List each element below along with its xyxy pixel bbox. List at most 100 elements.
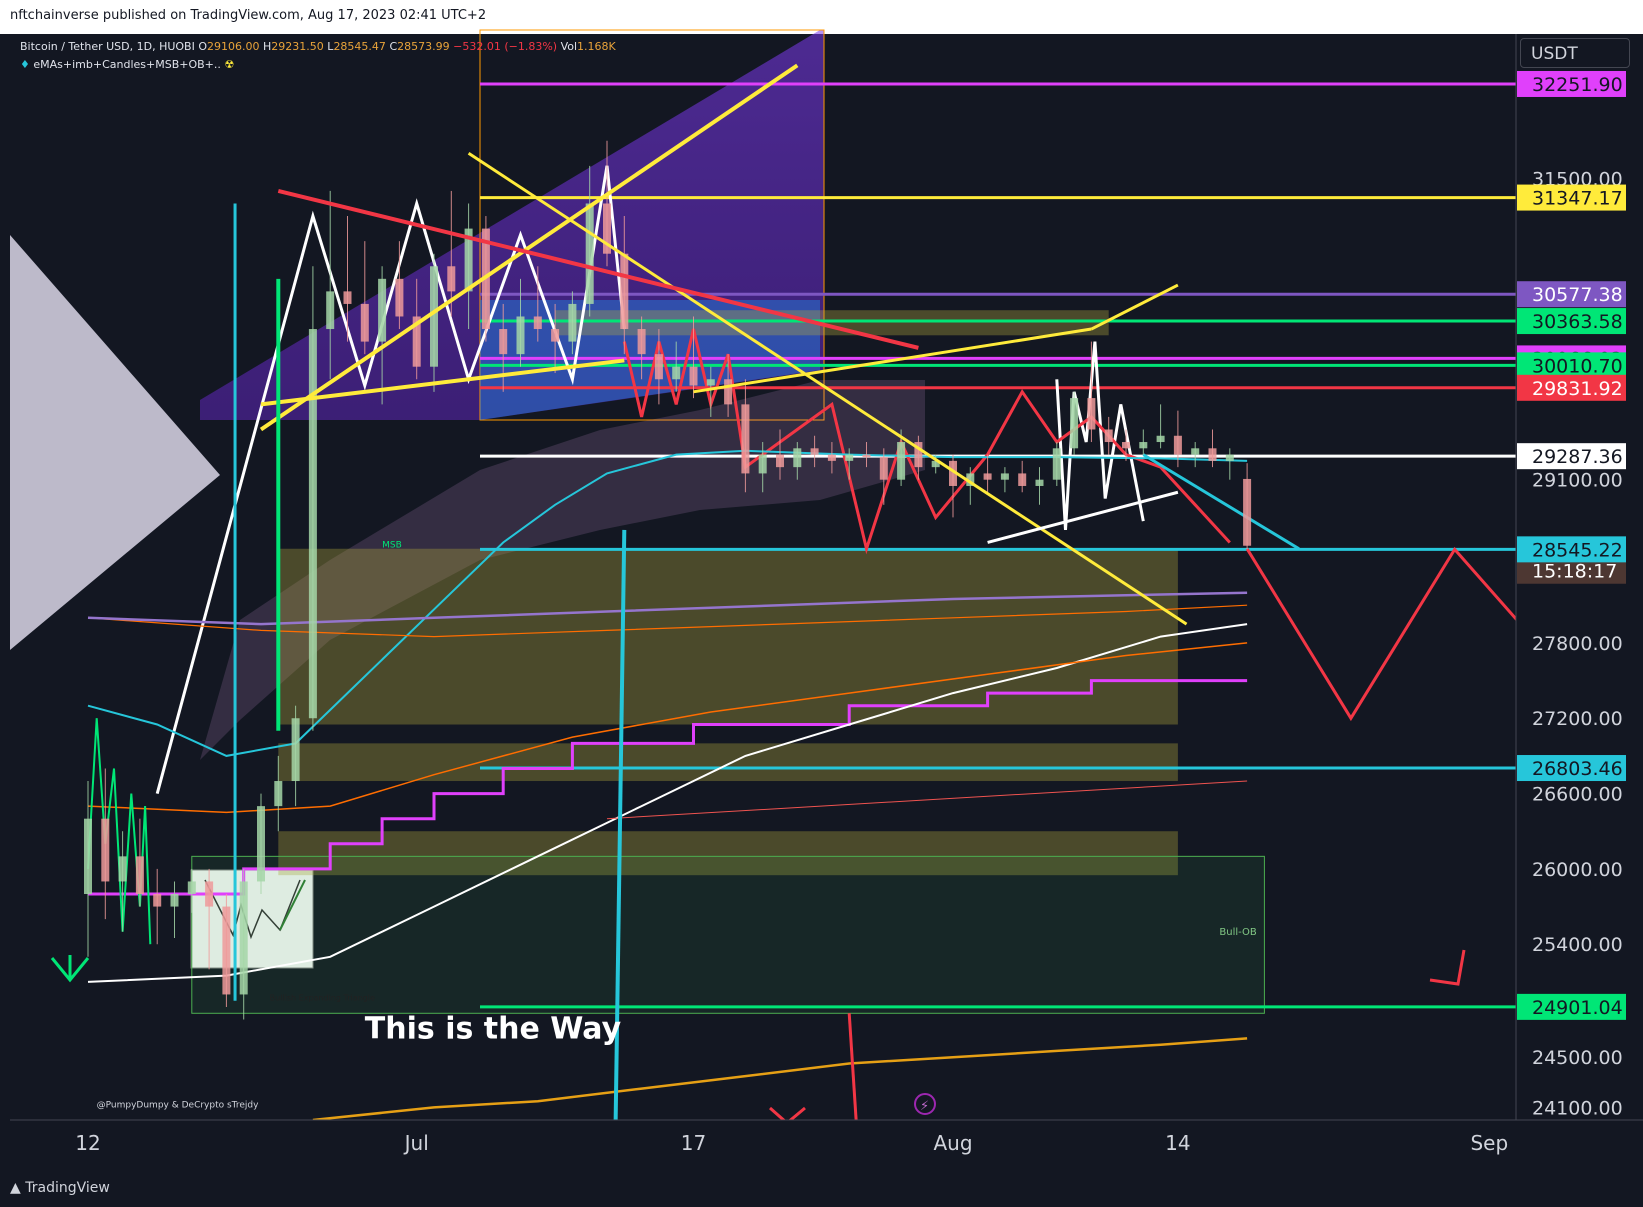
candle-body-57 xyxy=(1070,398,1079,449)
x-tick-5: Sep xyxy=(1470,1131,1508,1155)
annotation-0: This is the Way xyxy=(365,1011,622,1046)
candle-body-32 xyxy=(637,329,646,355)
candle-body-63 xyxy=(1173,435,1182,455)
vol-label: Vol xyxy=(560,40,578,53)
candle-body-46 xyxy=(879,457,888,480)
y-tick-5: 26600.00 xyxy=(1532,784,1623,806)
zone-label-3: Bull-OB xyxy=(1219,927,1257,938)
candle-body-45 xyxy=(862,454,871,458)
candle-body-27 xyxy=(551,329,560,342)
candle-body-42 xyxy=(810,448,819,455)
footer: ▲ TradingView xyxy=(0,1168,1643,1207)
candle-body-64 xyxy=(1191,448,1200,455)
candle-body-56 xyxy=(1052,448,1061,480)
symbol-legend[interactable]: Bitcoin / Tether USD, 1D, HUOBI O29106.0… xyxy=(20,40,616,53)
candle-body-61 xyxy=(1139,442,1148,449)
countdown-label-8: 15:18:17 xyxy=(1532,561,1617,583)
indicator-legend[interactable]: ♦ eMAs+imb+Candles+MSB+OB+.. ☢ xyxy=(20,58,234,71)
price-label-9: 28545.22 xyxy=(1532,539,1623,561)
x-tick-1: Jul xyxy=(403,1131,429,1155)
candle-body-12 xyxy=(291,718,300,782)
candle-body-20 xyxy=(430,266,438,367)
candle-body-33 xyxy=(654,354,663,380)
zone-1 xyxy=(278,743,1178,782)
radioactive-icon: ☢ xyxy=(224,58,235,71)
candle-body-47 xyxy=(897,442,906,480)
currency-button[interactable]: USDT xyxy=(1520,38,1630,68)
vol-value: 1.168K xyxy=(577,40,616,53)
candle-body-40 xyxy=(776,454,784,468)
candle-body-39 xyxy=(758,454,767,474)
zone-3 xyxy=(191,855,1265,1014)
candle-body-62 xyxy=(1156,435,1165,443)
low-value: 28545.47 xyxy=(333,40,386,53)
high-value: 29231.50 xyxy=(271,40,324,53)
tv-icon: ▲ xyxy=(10,1180,21,1196)
candle-body-34 xyxy=(672,366,681,380)
candle-body-8 xyxy=(222,906,231,995)
candle-body-58 xyxy=(1087,398,1096,430)
candle-body-44 xyxy=(845,454,854,461)
candle-body-24 xyxy=(499,329,508,355)
y-tick-9: 24100.00 xyxy=(1532,1097,1623,1119)
price-label-7: 29287.36 xyxy=(1532,446,1623,468)
close-value: 28573.99 xyxy=(397,40,450,53)
candle-body-6 xyxy=(187,881,196,895)
x-tick-2: 17 xyxy=(681,1131,706,1155)
candle-body-11 xyxy=(274,781,283,807)
y-tick-4: 27200.00 xyxy=(1532,708,1623,730)
candle-body-67 xyxy=(1243,478,1252,546)
candle-body-36 xyxy=(706,379,715,386)
candle-body-14 xyxy=(326,291,335,330)
price-label-3: 30363.58 xyxy=(1532,311,1623,333)
candle-body-35 xyxy=(689,366,698,386)
price-label-11: 24901.04 xyxy=(1532,997,1623,1019)
annotation-1: MSB xyxy=(382,540,402,550)
price-label-2: 30577.38 xyxy=(1532,284,1623,306)
candle-body-10 xyxy=(257,806,265,882)
candle-body-13 xyxy=(308,329,317,719)
price-label-0: 32251.90 xyxy=(1532,74,1623,96)
indicator-name: eMAs+imb+Candles+MSB+OB+.. xyxy=(33,58,221,71)
open-label: O xyxy=(198,40,208,53)
zone-0 xyxy=(278,548,1178,725)
brand-text: TradingView xyxy=(25,1180,110,1196)
price-label-10: 26803.46 xyxy=(1532,758,1623,780)
y-tick-2: 29100.00 xyxy=(1532,470,1623,492)
candle-body-65 xyxy=(1208,448,1217,461)
candle-body-4 xyxy=(153,894,162,907)
annotation-3: Bullish Expanding Triangle xyxy=(270,994,375,1003)
symbol-name: Bitcoin / Tether USD, 1D, HUOBI xyxy=(20,40,195,53)
y-tick-3: 27800.00 xyxy=(1532,633,1623,655)
candle-body-66 xyxy=(1225,454,1234,461)
candle-body-2 xyxy=(118,856,127,882)
annotation-2: @PumpyDumpy & DeCrypto sTrejdy xyxy=(97,1100,259,1110)
candle-body-29 xyxy=(585,203,594,304)
candle-body-59 xyxy=(1104,429,1113,443)
candle-body-3 xyxy=(135,856,144,895)
candle-body-41 xyxy=(793,448,802,468)
candle-body-0 xyxy=(84,818,92,895)
candle-body-7 xyxy=(205,881,214,907)
price-label-5: 30010.70 xyxy=(1532,355,1623,377)
change-value: −532.01 (−1.83%) xyxy=(453,40,558,53)
price-label-6: 29831.92 xyxy=(1532,378,1623,400)
x-tick-4: 14 xyxy=(1165,1131,1190,1155)
lightning-glyph: ⚡ xyxy=(920,1099,929,1114)
candle-body-5 xyxy=(170,894,179,907)
x-tick-3: Aug xyxy=(933,1131,972,1155)
x-tick-0: 12 xyxy=(75,1131,100,1155)
candle-body-17 xyxy=(378,278,387,342)
candle-body-9 xyxy=(239,881,248,995)
candle-body-26 xyxy=(533,316,542,330)
candle-body-54 xyxy=(1018,473,1027,486)
indicator-icon: ♦ xyxy=(20,58,30,71)
candle-body-53 xyxy=(1000,473,1009,480)
price-label-1: 31347.17 xyxy=(1532,188,1623,210)
tradingview-logo[interactable]: ▲ TradingView xyxy=(10,1180,110,1196)
price-chart[interactable]: This is the Way MSB @PumpyDumpy & DeCrypto… xyxy=(0,0,1643,1207)
candle-body-16 xyxy=(360,303,369,342)
time-axis[interactable] xyxy=(10,1120,1516,1168)
candle-body-1 xyxy=(101,818,110,882)
candle-body-31 xyxy=(620,253,629,330)
